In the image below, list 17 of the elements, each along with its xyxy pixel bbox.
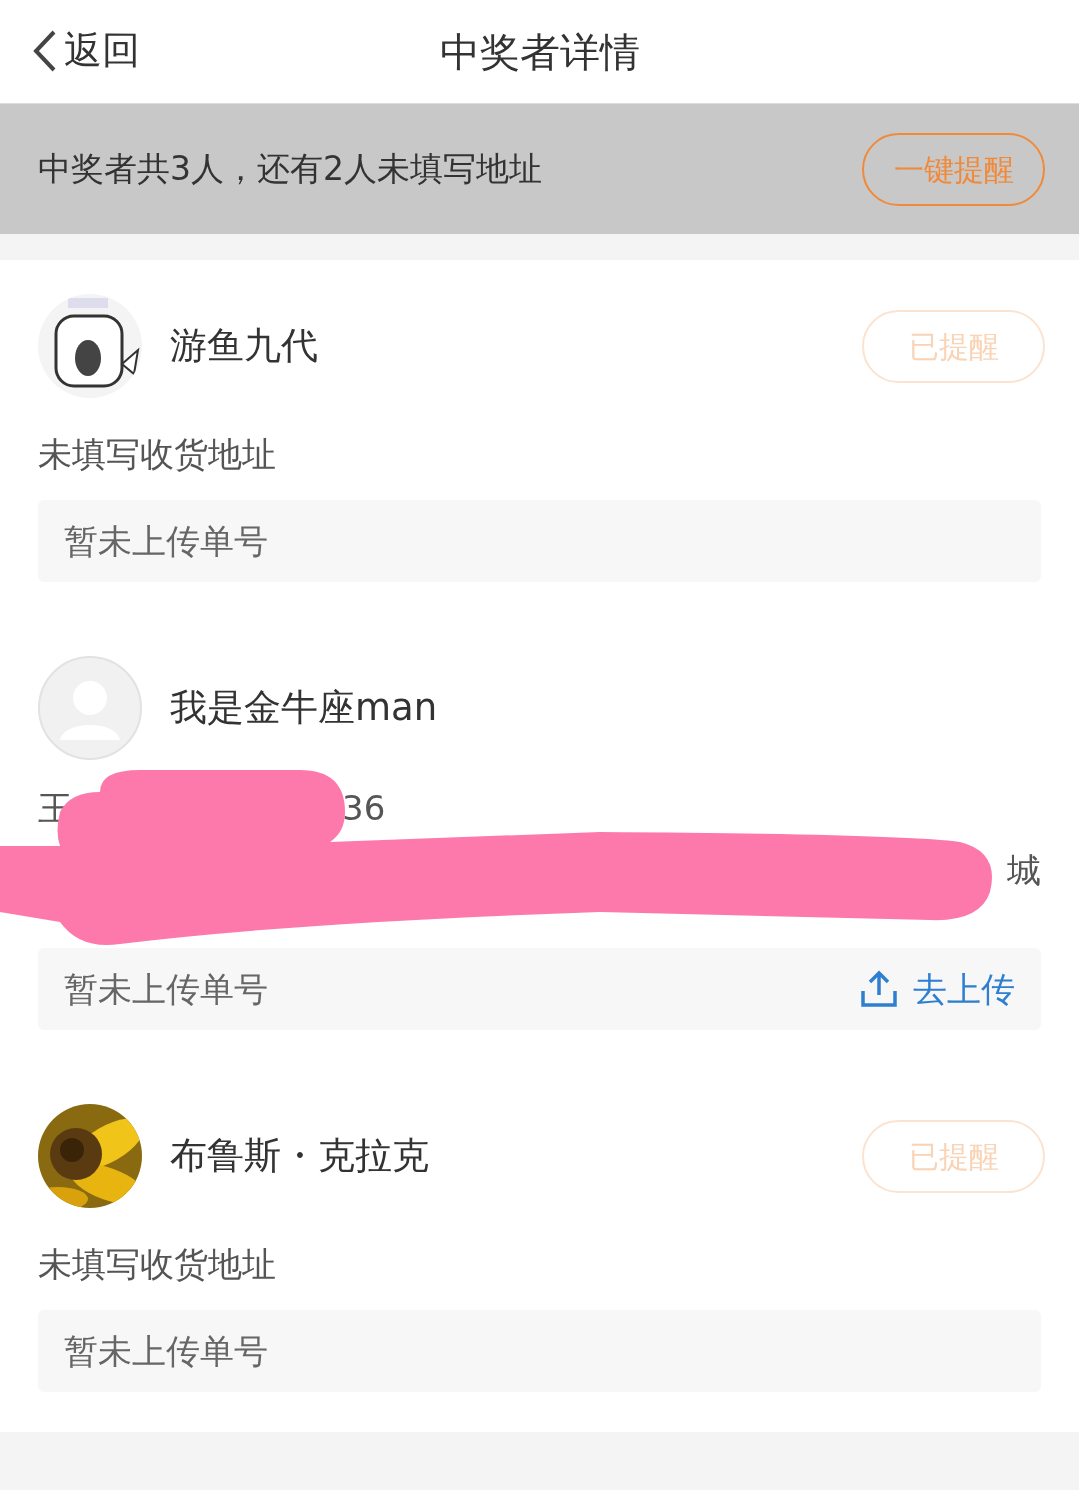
- address-text: 城: [1007, 849, 1041, 892]
- tracking-status: 暂未上传单号: [64, 967, 268, 1011]
- winner-name: 布鲁斯・克拉克: [170, 1133, 430, 1180]
- address-status: 未填写收货地址: [38, 433, 277, 476]
- remind-all-button[interactable]: 一键提醒: [862, 132, 1045, 206]
- person-icon: [38, 656, 142, 760]
- address-status: 未填写收货地址: [38, 1243, 277, 1286]
- upload-icon: [859, 969, 899, 1009]
- winner-name: 游鱼九代: [170, 323, 319, 370]
- tracking-status: 暂未上传单号: [64, 1329, 268, 1373]
- page-title: 中奖者详情: [439, 27, 640, 77]
- tracking-status: 暂未上传单号: [64, 519, 268, 563]
- upload-link[interactable]: 去上传: [859, 963, 1015, 1015]
- summary-text: 中奖者共3人，还有2人未填写地址: [38, 148, 542, 191]
- back-button[interactable]: 返回: [30, 22, 140, 79]
- contact-text: 36: [342, 787, 386, 830]
- winner-name: 我是金牛座man: [170, 685, 439, 732]
